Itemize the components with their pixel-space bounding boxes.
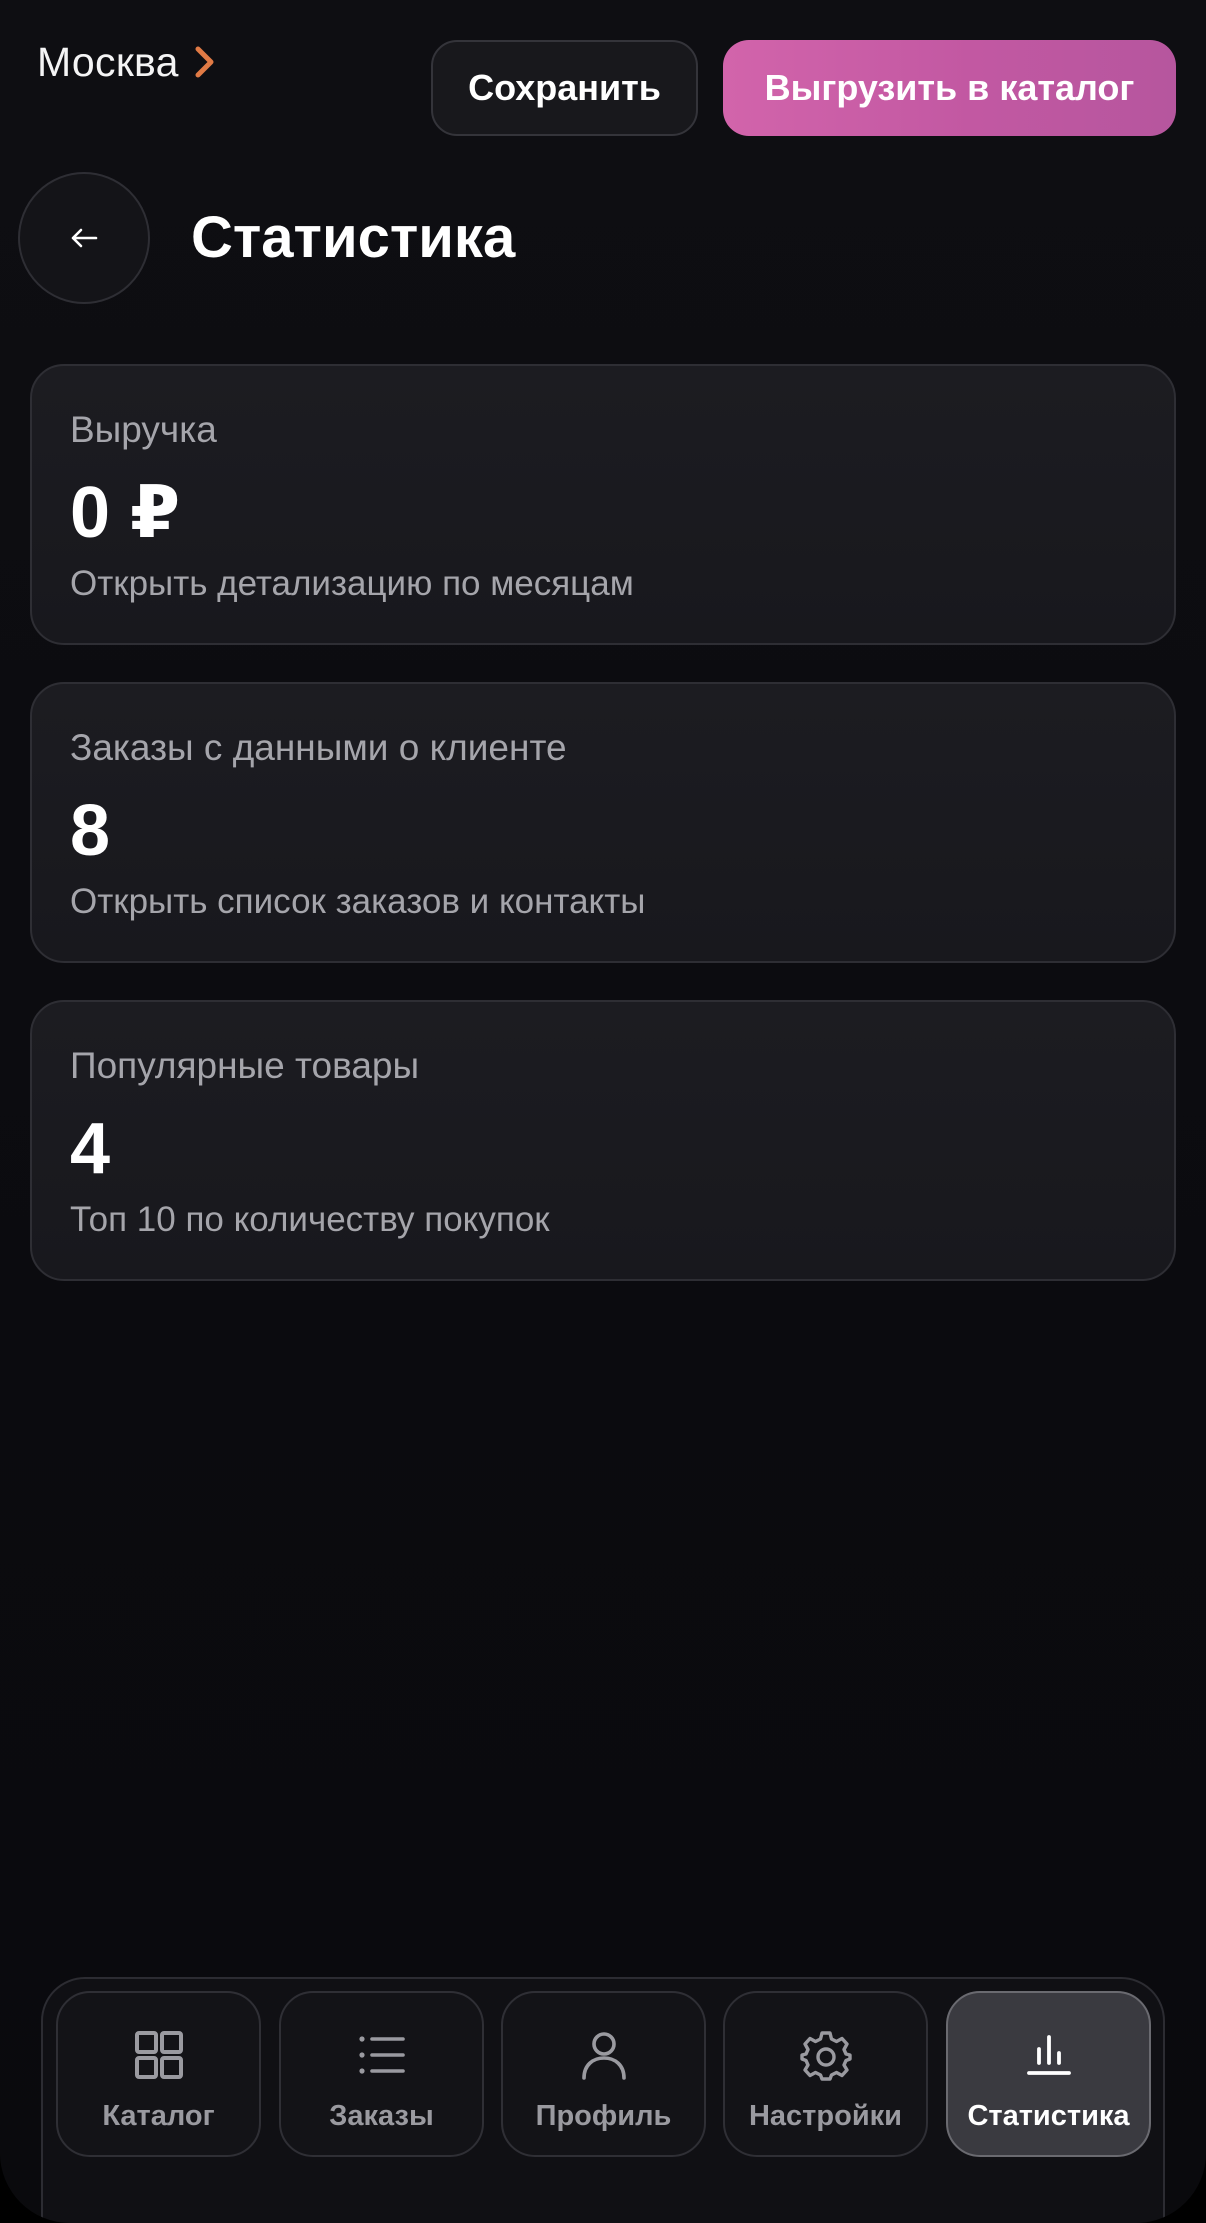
save-button-label: Сохранить [468,67,661,108]
user-icon [581,2032,626,2080]
nav-item-profile[interactable]: Профиль [501,1991,706,2157]
card-value: 0 ₽ [70,473,181,553]
card-subtitle: Топ 10 по количеству покупок [70,1200,550,1239]
save-button[interactable]: Сохранить [431,40,698,136]
card-label: Заказы с данными о клиенте [70,727,567,768]
card-subtitle: Открыть список заказов и контакты [70,882,646,921]
gear-icon [799,2031,852,2081]
city-selector[interactable]: Москва [37,36,217,88]
list-icon [358,2036,405,2074]
nav-label: Настройки [748,2100,902,2132]
export-button-label: Выгрузить в каталог [764,67,1135,108]
page-title: Статистика [191,205,516,270]
nav-label: Каталог [102,2100,215,2132]
grid-icon [134,2031,183,2079]
nav-label: Профиль [535,2100,672,2132]
nav-label: Статистика [967,2100,1130,2132]
card-label: Популярные товары [70,1045,420,1086]
bar-chart-icon [1026,2035,1071,2075]
card-label: Выручка [70,409,217,450]
city-label: Москва [37,38,179,85]
nav-item-statistics[interactable]: Статистика [946,1991,1151,2157]
arrow-left-icon [71,228,98,248]
card-value: 4 [70,1109,111,1189]
nav-item-orders[interactable]: Заказы [279,1991,484,2157]
orders-card[interactable]: Заказы с данными о клиенте 8 Открыть спи… [30,682,1176,963]
nav-label: Заказы [329,2100,434,2132]
card-value: 8 [70,791,111,871]
back-button[interactable] [18,172,150,304]
card-subtitle: Открыть детализацию по месяцам [70,564,634,603]
popular-products-card[interactable]: Популярные товары 4 Топ 10 по количеству… [30,1000,1176,1281]
nav-item-catalog[interactable]: Каталог [56,1991,261,2157]
revenue-card[interactable]: Выручка 0 ₽ Открыть детализацию по месяц… [30,364,1176,645]
app-screen: Москва Сохранить Выгрузить в каталог Ста… [0,0,1206,2223]
nav-item-settings[interactable]: Настройки [723,1991,928,2157]
chevron-right-icon [195,46,214,78]
export-to-catalog-button[interactable]: Выгрузить в каталог [723,40,1176,136]
